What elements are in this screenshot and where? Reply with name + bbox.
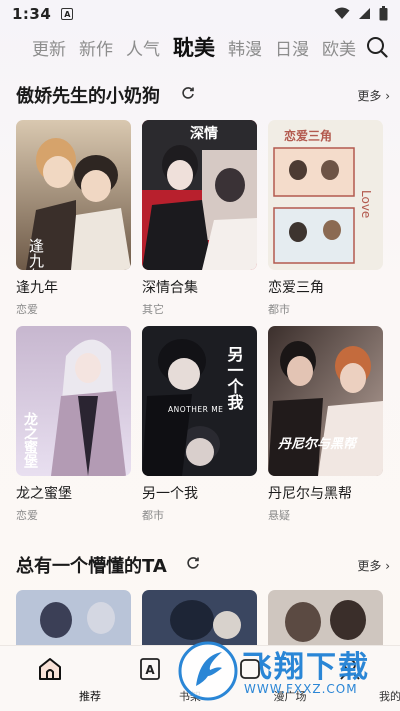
more-label: 更多 <box>357 89 382 103</box>
comic-card[interactable]: Love 恋爱三角 恋爱三角 都市 <box>268 120 383 317</box>
comic-card[interactable]: 丹尼尔与黑帮 丹尼尔与黑帮 悬疑 <box>268 326 383 523</box>
comic-cover: 丹尼尔与黑帮 <box>268 326 383 476</box>
status-time: 1:34 <box>12 5 52 23</box>
status-bar: 1:34 A <box>0 0 400 28</box>
more-link[interactable]: 更多 › <box>357 87 390 104</box>
refresh-icon[interactable] <box>181 86 195 100</box>
comic-genre: 都市 <box>268 303 290 316</box>
comic-cover: ANOTHER ME 另一个我 <box>142 326 257 476</box>
comic-genre: 恋爱 <box>16 303 38 316</box>
comic-cover <box>16 590 131 645</box>
category-tabs: 更新 新作 人气 耽美 韩漫 日漫 欧美 <box>0 30 400 64</box>
search-icon[interactable] <box>366 36 388 58</box>
tab-popular[interactable]: 人气 <box>126 35 160 60</box>
watermark-text: 飞翔下载 <box>242 650 370 685</box>
section-recommend-1: 傲娇先生的小奶狗 更多 › <box>0 80 400 110</box>
cover-title-text: 龙之蜜堡 <box>22 411 39 468</box>
section-header: 总有一个懵懂的TA 更多 › <box>0 550 400 580</box>
signal-icon <box>359 8 370 19</box>
comic-title: 恋爱三角 <box>268 280 324 296</box>
comic-card[interactable] <box>16 590 131 645</box>
tab-danmei[interactable]: 耽美 <box>173 32 215 62</box>
comic-cover: Love 恋爱三角 <box>268 120 383 270</box>
more-link[interactable]: 更多 › <box>357 557 390 574</box>
refresh-icon[interactable] <box>186 556 200 570</box>
more-label: 更多 <box>357 559 382 573</box>
section-title: 傲娇先生的小奶狗 <box>16 86 160 107</box>
watermark-icon <box>178 641 238 701</box>
svg-text:Love: Love <box>359 190 373 218</box>
tab-new[interactable]: 新作 <box>79 35 113 60</box>
watermark-url: WWW.FXXZ.COM <box>244 682 358 696</box>
comic-genre: 其它 <box>142 303 164 316</box>
comic-cover: 深情 <box>142 120 257 270</box>
comic-cover: 逢九年 <box>16 120 131 270</box>
comic-genre: 恋爱 <box>16 509 38 522</box>
tab-western[interactable]: 欧美 <box>322 35 356 60</box>
comic-cover: 龙之蜜堡 <box>16 326 131 476</box>
comic-card[interactable]: 龙之蜜堡 龙之蜜堡 恋爱 <box>16 326 131 523</box>
battery-icon <box>379 6 388 21</box>
wifi-icon <box>334 7 350 19</box>
cover-title-text: 逢九年 <box>27 238 45 270</box>
tab-updates[interactable]: 更新 <box>32 35 66 60</box>
comic-title: 丹尼尔与黑帮 <box>268 486 352 502</box>
cover-title-text: 恋爱三角 <box>284 128 332 143</box>
bookshelf-icon: A <box>140 658 160 680</box>
comic-card[interactable]: 深情 深情合集 其它 <box>142 120 257 317</box>
cover-title-text: 丹尼尔与黑帮 <box>277 436 359 452</box>
cover-subtitle-text: ANOTHER ME <box>168 405 223 414</box>
section-header: 傲娇先生的小奶狗 更多 › <box>0 80 400 110</box>
cover-title-text: 另一个我 <box>225 346 245 411</box>
comic-card[interactable]: ANOTHER ME 另一个我 另一个我 都市 <box>142 326 257 523</box>
comic-title: 龙之蜜堡 <box>16 486 72 502</box>
comic-title: 另一个我 <box>142 486 198 502</box>
comic-genre: 悬疑 <box>268 509 290 522</box>
cover-title-text: 深情 <box>190 125 218 142</box>
tab-japanese[interactable]: 日漫 <box>275 35 309 60</box>
comic-card[interactable]: 逢九年 逢九年 恋爱 <box>16 120 131 317</box>
home-icon <box>39 658 61 680</box>
comic-title: 逢九年 <box>16 280 58 296</box>
section-title: 总有一个懵懂的TA <box>16 556 167 577</box>
notification-icon: A <box>61 8 74 20</box>
nav-recommend[interactable]: 推荐 <box>10 646 101 706</box>
comic-title: 深情合集 <box>142 280 198 296</box>
tab-korean[interactable]: 韩漫 <box>228 35 262 60</box>
comic-genre: 都市 <box>142 509 164 522</box>
section-recommend-2: 总有一个懵懂的TA 更多 › <box>0 550 400 580</box>
watermark-logo: 飞翔下载 WWW.FXXZ.COM <box>178 628 400 708</box>
svg-text:A: A <box>145 663 155 677</box>
